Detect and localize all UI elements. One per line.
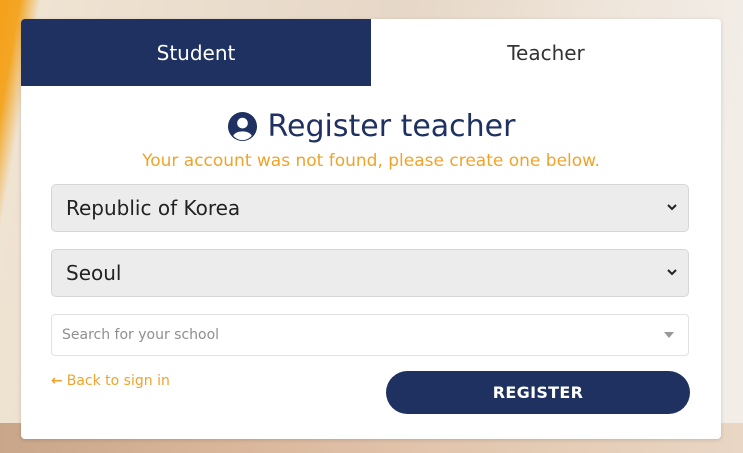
school-search[interactable] <box>51 314 689 356</box>
register-button[interactable]: REGISTER <box>386 371 690 414</box>
city-select-value: Seoul <box>66 261 122 285</box>
arrow-left-icon: ← <box>51 373 63 389</box>
back-link-label: Back to sign in <box>66 373 170 389</box>
country-select-value: Republic of Korea <box>66 196 241 220</box>
school-search-input[interactable] <box>60 326 644 344</box>
tab-student[interactable]: Student <box>21 19 371 86</box>
tab-teacher[interactable]: Teacher <box>371 19 721 86</box>
account-not-found-notice: Your account was not found, please creat… <box>142 151 600 171</box>
role-tabs: Student Teacher <box>21 19 721 86</box>
user-circle-icon <box>227 111 257 141</box>
page-title-text: Register teacher <box>267 108 516 144</box>
back-to-sign-in-link[interactable]: ← Back to sign in <box>51 373 170 389</box>
caret-down-icon[interactable] <box>664 332 674 338</box>
chevron-down-icon <box>667 269 677 276</box>
country-select[interactable]: Republic of Korea <box>51 184 689 232</box>
city-select[interactable]: Seoul <box>51 249 689 297</box>
page-title: Register teacher <box>21 106 721 146</box>
register-card: Student Teacher Register teacher Your ac… <box>21 19 721 439</box>
chevron-down-icon <box>667 204 677 211</box>
